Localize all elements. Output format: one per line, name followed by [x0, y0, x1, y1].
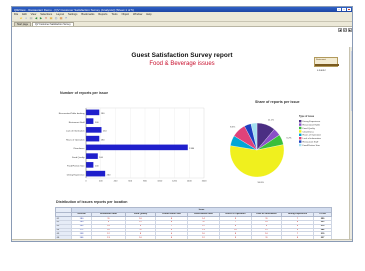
print-icon[interactable]: ▤: [29, 17, 33, 21]
maximize-button[interactable]: [342, 8, 346, 11]
pie-legend-swatch: [299, 137, 302, 140]
pie-legend-entry: Lack of information: [303, 137, 322, 140]
forward-icon[interactable]: ▶: [39, 17, 43, 21]
pie-legend-swatch: [299, 143, 302, 147]
menu-reports[interactable]: Reports: [98, 13, 107, 16]
bar-value-label: 1380: [189, 148, 195, 150]
bar-food-quality: [86, 153, 98, 159]
bar-category-label: Reservation/Table booking: [59, 112, 86, 115]
pie-legend-entry: Dining Experience: [303, 120, 322, 123]
pie-legend-title: Type of issue: [299, 115, 315, 118]
pie-legend-swatch: [299, 130, 302, 133]
bar-category-label: Food/Portion Size: [67, 165, 85, 168]
window-title: QlikView - Restaurant Demo - [QV Custome…: [14, 7, 134, 12]
bar-x-tick-label: 1600: [202, 181, 208, 183]
chart-icon[interactable]: ▦: [59, 17, 63, 21]
pie-legend-swatch: [299, 120, 302, 123]
vertical-scrollbar[interactable]: [349, 47, 352, 241]
logo-stripe: [315, 64, 339, 66]
pie-slice-label: 6.2%: [287, 137, 292, 139]
menu-settings[interactable]: Settings: [68, 13, 77, 16]
back-icon[interactable]: ◀: [34, 17, 38, 21]
bar-chart-title: Number of reports per issue: [60, 91, 109, 95]
menu-tools[interactable]: Tools: [111, 13, 117, 16]
bar-category-label: Hours of Operation: [66, 138, 85, 141]
prev-page-button[interactable]: ◀: [338, 28, 342, 32]
pie-slice-label: 55.8%: [258, 182, 264, 184]
bar-x-tick-label: 1400: [187, 181, 193, 183]
company-logo: Restaurant: [314, 57, 339, 67]
save-icon[interactable]: ▪: [24, 17, 28, 21]
horizontal-scrollbar[interactable]: [12, 239, 352, 241]
bar-category-label: Dining Experience: [67, 173, 86, 176]
bar-reservation-table-booking: [86, 109, 100, 116]
bar-chart: 0 200 400 600 800 1000 1200 1400 1600 Reservation…: [59, 107, 208, 183]
horizontal-scroll-thumb[interactable]: [17, 240, 217, 241]
logo-caption: a leader: [317, 69, 326, 72]
pie-legend-swatch: [299, 126, 302, 130]
pie-legend-swatch: [299, 123, 302, 126]
pie-chart-title: Share of reports per issue: [255, 100, 300, 104]
pie-slice-label: 8.5%: [230, 126, 235, 128]
pie-chart: 11.1% 6.2% 55.8% 8.5% Type of issue Dining Ex…: [229, 115, 322, 184]
bar-dining-experience: [86, 170, 106, 177]
distribution-table: Issue General Restaurant Staff Food Quality…: [55, 207, 333, 241]
pie-slice-label: 11.1%: [268, 120, 274, 122]
bar-x-tick-label: 1000: [157, 181, 163, 183]
bar-x-tick-label: 600: [128, 181, 132, 183]
help-icon[interactable]: ?: [64, 17, 68, 21]
bar-category-label: Cleanliness: [73, 148, 85, 150]
menu-bookmarks[interactable]: Bookmarks: [81, 13, 94, 16]
bar-x-tick-label: 1200: [172, 181, 178, 183]
logo-text: Restaurant: [316, 58, 326, 61]
bar-category-label: Food Quality: [72, 156, 85, 159]
pie-legend-entry: Reservation/Table: [303, 124, 321, 127]
new-icon[interactable]: ▫: [14, 17, 18, 21]
pie-legend-entry: Restaurant Staff: [303, 141, 319, 144]
clear-icon[interactable]: ✕: [44, 17, 48, 21]
bar-x-tick-label: 800: [143, 181, 147, 183]
menu-help[interactable]: Help: [146, 13, 151, 16]
open-icon[interactable]: ▰: [19, 17, 23, 21]
tab-survey[interactable]: QV Customer Satisfaction Survey: [32, 22, 74, 26]
tab-start-page[interactable]: Start page: [14, 22, 32, 26]
search-icon[interactable]: ◎: [54, 17, 58, 21]
pie-legend-swatch: [299, 133, 302, 136]
minimize-button[interactable]: [337, 8, 341, 11]
pie-legend-entry: Cleanliness: [303, 131, 315, 133]
bar-restaurant-staff: [86, 118, 94, 124]
report-title: Guest Satisfaction Survey report: [131, 52, 233, 59]
bar-category-label: Lack of information: [66, 130, 85, 133]
bar-hours-of-operation: [86, 135, 100, 142]
vertical-scroll-thumb[interactable]: [350, 51, 352, 111]
report-subtitle: Food & Beverage issues: [149, 61, 215, 67]
page-indicator: 1/1: [343, 28, 347, 32]
sheet-content: ◀ 1/1 ▶ Guest Satisfaction Survey report…: [12, 27, 352, 241]
bar-food-portion-size: [86, 162, 94, 168]
close-button[interactable]: [347, 8, 351, 11]
bar-x-tick-label: 200: [99, 181, 103, 183]
bar-category-label: Restaurant Staff: [69, 121, 85, 124]
lock-icon[interactable]: ▣: [49, 17, 53, 21]
menu-window[interactable]: Window: [133, 13, 142, 16]
pie-legend-entry: Food/Portion Size: [303, 144, 321, 147]
next-page-button[interactable]: ▶: [348, 28, 352, 32]
bar-cleanliness: [86, 144, 188, 151]
window-controls: [337, 8, 352, 11]
pie-legend-entry: Hours of Operation: [303, 134, 322, 137]
bar-lack-of-information: [86, 127, 102, 133]
pie-legend-entry: Food Quality: [303, 127, 316, 130]
app-window: QlikView - Restaurant Demo - [QV Custome…: [11, 6, 353, 242]
bar-x-tick-label: 400: [114, 181, 118, 183]
bar-x-tick-label: 0: [85, 181, 87, 183]
distribution-title: Distribution of issues reports per locat…: [56, 200, 128, 204]
menu-object[interactable]: Object: [122, 13, 130, 16]
page-navigator: ◀ 1/1 ▶: [338, 28, 352, 32]
pie-legend-swatch: [299, 140, 302, 143]
